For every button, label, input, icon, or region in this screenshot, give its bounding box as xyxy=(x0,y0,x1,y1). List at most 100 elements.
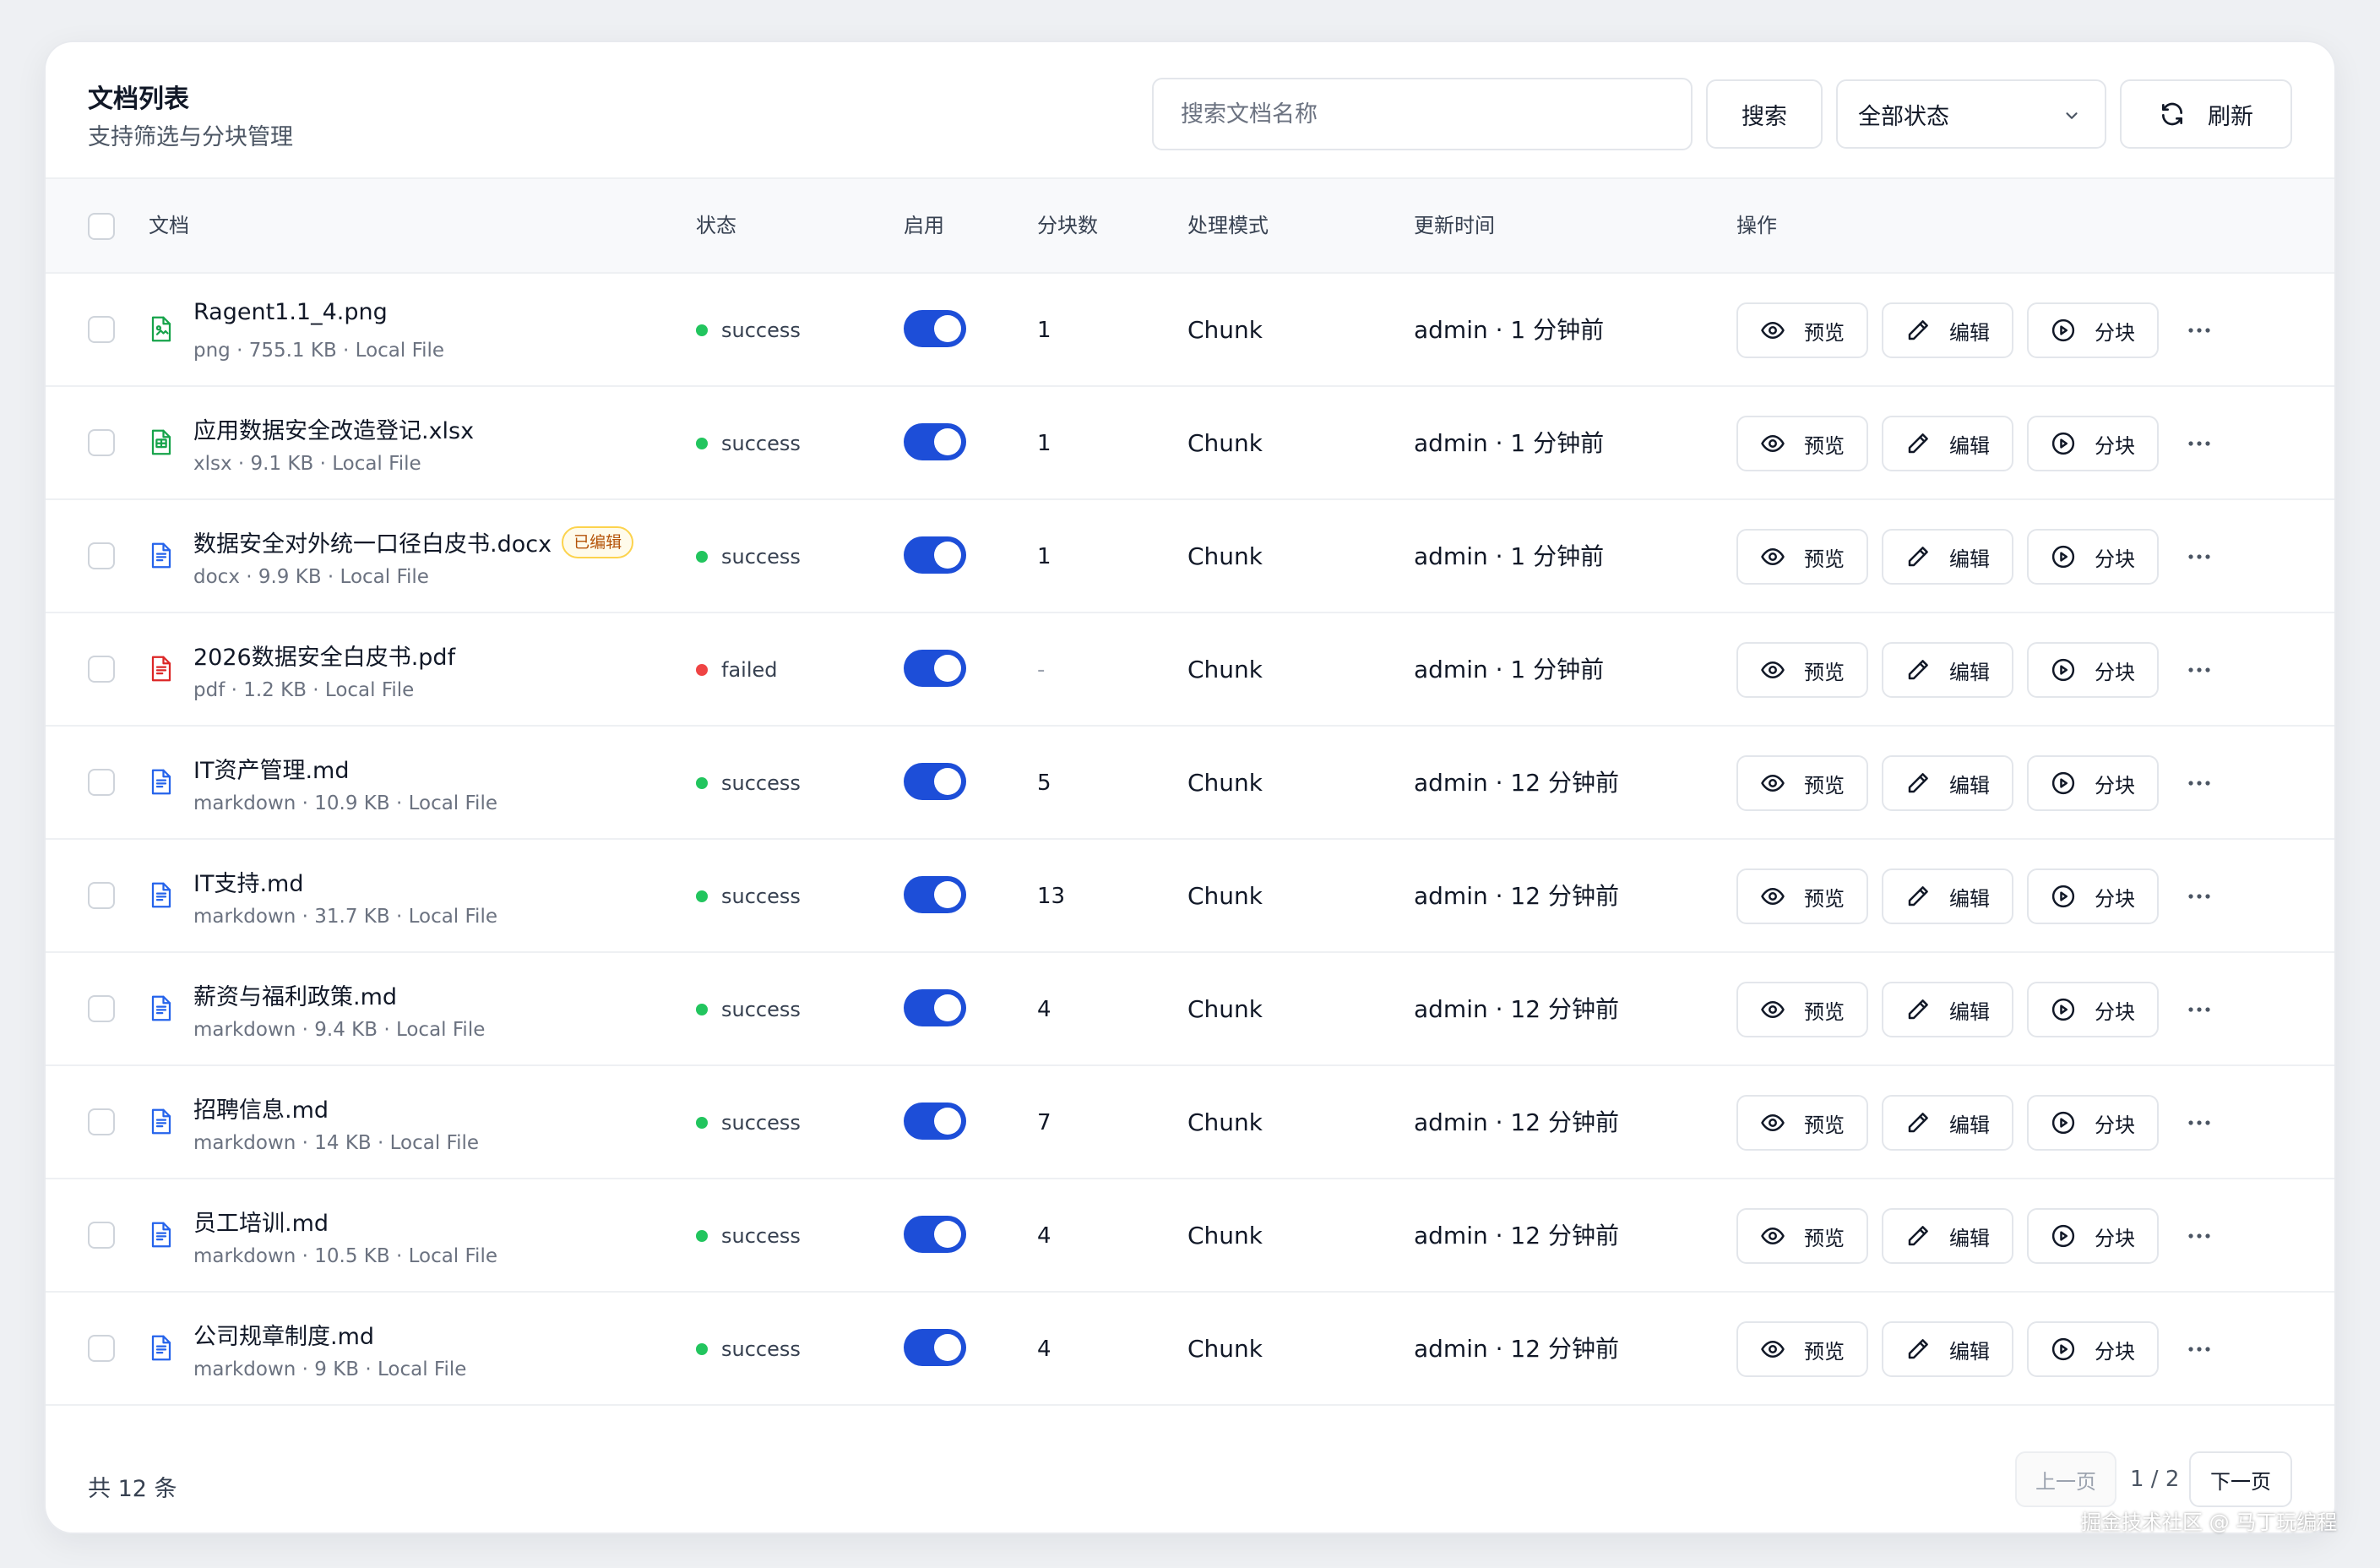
enabled-toggle[interactable] xyxy=(904,876,966,913)
document-name[interactable]: 数据安全对外统一口径白皮书.docx xyxy=(193,525,552,558)
preview-button[interactable]: 预览 xyxy=(1736,1321,1868,1377)
preview-button[interactable]: 预览 xyxy=(1736,1208,1868,1264)
status-dot xyxy=(696,777,708,789)
row-checkbox[interactable] xyxy=(88,882,115,909)
document-name-cell: 2026数据安全白皮书.pdf xyxy=(193,639,455,672)
refresh-button[interactable]: 刷新 xyxy=(2120,79,2292,149)
edit-button[interactable]: 编辑 xyxy=(1882,1095,2013,1151)
more-options-icon[interactable] xyxy=(2184,431,2214,456)
enabled-toggle[interactable] xyxy=(904,1329,966,1366)
preview-button[interactable]: 预览 xyxy=(1736,642,1868,698)
chunk-label: 分块 xyxy=(2095,999,2135,1024)
document-name[interactable]: 应用数据安全改造登记.xlsx xyxy=(193,412,474,445)
more-options-icon[interactable] xyxy=(2184,1110,2214,1135)
chunk-button[interactable]: 分块 xyxy=(2027,642,2159,698)
document-name[interactable]: IT资产管理.md xyxy=(193,752,349,785)
document-name[interactable]: Ragent1.1_4.png xyxy=(193,299,388,325)
preview-button[interactable]: 预览 xyxy=(1736,755,1868,811)
more-options-icon[interactable] xyxy=(2184,657,2214,683)
search-button[interactable]: 搜索 xyxy=(1706,79,1823,149)
row-checkbox[interactable] xyxy=(88,316,115,343)
status-dot xyxy=(696,1230,708,1242)
preview-button[interactable]: 预览 xyxy=(1736,982,1868,1037)
enabled-toggle[interactable] xyxy=(904,423,966,460)
enabled-toggle[interactable] xyxy=(904,1102,966,1140)
chunk-button[interactable]: 分块 xyxy=(2027,1321,2159,1377)
chunk-button[interactable]: 分块 xyxy=(2027,302,2159,358)
edit-button[interactable]: 编辑 xyxy=(1882,416,2013,471)
status-text: success xyxy=(721,771,801,795)
edit-button[interactable]: 编辑 xyxy=(1882,755,2013,811)
document-name[interactable]: IT支持.md xyxy=(193,865,303,898)
row-checkbox[interactable] xyxy=(88,1108,115,1135)
status-badge: success xyxy=(696,1066,801,1179)
enabled-toggle[interactable] xyxy=(904,989,966,1026)
row-checkbox[interactable] xyxy=(88,1222,115,1249)
preview-button[interactable]: 预览 xyxy=(1736,302,1868,358)
row-checkbox[interactable] xyxy=(88,995,115,1022)
chunk-button[interactable]: 分块 xyxy=(2027,982,2159,1037)
chunk-button[interactable]: 分块 xyxy=(2027,1208,2159,1264)
more-options-icon[interactable] xyxy=(2184,1223,2214,1249)
chunk-count: - xyxy=(1037,657,1046,683)
edit-button[interactable]: 编辑 xyxy=(1882,529,2013,585)
edit-button[interactable]: 编辑 xyxy=(1882,982,2013,1037)
document-name[interactable]: 公司规章制度.md xyxy=(193,1318,374,1351)
total-count: 共 12 条 xyxy=(88,1476,177,1502)
select-all-checkbox[interactable] xyxy=(88,213,115,240)
document-meta: markdown · 31.7 KB · Local File xyxy=(193,906,497,928)
processing-mode: Chunk xyxy=(1187,656,1263,683)
chunk-button[interactable]: 分块 xyxy=(2027,868,2159,924)
row-checkbox[interactable] xyxy=(88,429,115,456)
toggle-knob xyxy=(934,768,961,795)
more-options-icon[interactable] xyxy=(2184,770,2214,796)
row-checkbox[interactable] xyxy=(88,542,115,569)
document-name[interactable]: 2026数据安全白皮书.pdf xyxy=(193,639,455,672)
prev-page-button[interactable]: 上一页 xyxy=(2015,1451,2116,1507)
play-circle-icon xyxy=(2051,997,2076,1022)
edit-button[interactable]: 编辑 xyxy=(1882,1321,2013,1377)
chunk-label: 分块 xyxy=(2095,1339,2135,1364)
column-header-document: 文档 xyxy=(149,214,189,237)
document-name[interactable]: 薪资与福利政策.md xyxy=(193,978,397,1011)
enabled-toggle[interactable] xyxy=(904,536,966,574)
chunk-button[interactable]: 分块 xyxy=(2027,529,2159,585)
more-options-icon[interactable] xyxy=(2184,997,2214,1022)
row-checkbox[interactable] xyxy=(88,769,115,796)
more-options-icon[interactable] xyxy=(2184,1337,2214,1362)
enabled-toggle[interactable] xyxy=(904,763,966,800)
preview-button[interactable]: 预览 xyxy=(1736,416,1868,471)
edit-button[interactable]: 编辑 xyxy=(1882,302,2013,358)
document-name[interactable]: 招聘信息.md xyxy=(193,1092,329,1124)
edit-button[interactable]: 编辑 xyxy=(1882,642,2013,698)
chunk-button[interactable]: 分块 xyxy=(2027,755,2159,811)
enabled-toggle[interactable] xyxy=(904,1216,966,1253)
chunk-label: 分块 xyxy=(2095,547,2135,571)
preview-button[interactable]: 预览 xyxy=(1736,868,1868,924)
status-filter-select[interactable]: 全部状态 xyxy=(1836,79,2106,149)
document-name[interactable]: 员工培训.md xyxy=(193,1205,329,1238)
more-options-icon[interactable] xyxy=(2184,884,2214,909)
row-checkbox[interactable] xyxy=(88,656,115,683)
next-page-button[interactable]: 下一页 xyxy=(2189,1451,2292,1507)
edit-button[interactable]: 编辑 xyxy=(1882,868,2013,924)
column-header-actions: 操作 xyxy=(1736,214,1777,237)
search-input[interactable] xyxy=(1152,78,1693,150)
chunk-button[interactable]: 分块 xyxy=(2027,416,2159,471)
more-options-icon[interactable] xyxy=(2184,544,2214,569)
preview-button[interactable]: 预览 xyxy=(1736,529,1868,585)
row-checkbox[interactable] xyxy=(88,1335,115,1362)
play-circle-icon xyxy=(2051,884,2076,909)
processing-mode: Chunk xyxy=(1187,769,1263,797)
processing-mode: Chunk xyxy=(1187,1108,1263,1136)
more-options-icon[interactable] xyxy=(2184,318,2214,343)
edit-label: 编辑 xyxy=(1949,433,1990,458)
enabled-toggle[interactable] xyxy=(904,650,966,687)
preview-button[interactable]: 预览 xyxy=(1736,1095,1868,1151)
toggle-knob xyxy=(934,994,961,1021)
document-name-cell: Ragent1.1_4.png xyxy=(193,299,388,325)
edit-button[interactable]: 编辑 xyxy=(1882,1208,2013,1264)
chunk-button[interactable]: 分块 xyxy=(2027,1095,2159,1151)
preview-label: 预览 xyxy=(1804,773,1845,798)
enabled-toggle[interactable] xyxy=(904,310,966,347)
